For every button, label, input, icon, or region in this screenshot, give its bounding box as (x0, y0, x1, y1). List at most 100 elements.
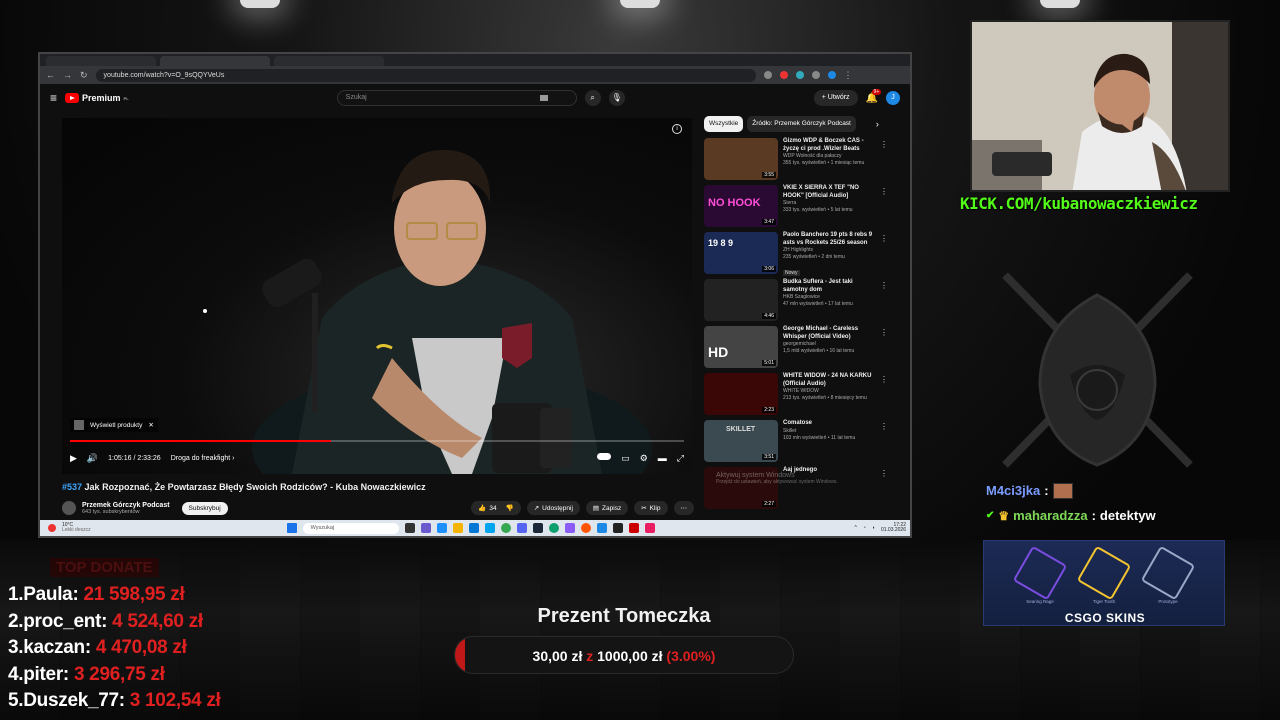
video-thumbnail[interactable]: 2:23 (704, 373, 778, 415)
related-video-item[interactable]: 2:23 WHITE WIDOW - 24 NA KARKU (Official … (704, 373, 894, 420)
app-icon[interactable] (596, 523, 607, 533)
channel-name[interactable]: Przemek Górczyk Podcast (82, 502, 170, 509)
related-channel[interactable]: ZH Highlights (783, 247, 875, 254)
app-icon[interactable] (548, 523, 559, 533)
episode-hashtag[interactable]: #537 (62, 482, 82, 492)
settings-gear-icon[interactable]: ⚙ (640, 453, 648, 464)
search-icon[interactable]: ⌕ (584, 90, 601, 106)
app-icon[interactable] (468, 523, 479, 533)
microphone-icon[interactable]: 🎙 (608, 90, 625, 106)
fullscreen-icon[interactable]: ⤢ (677, 453, 684, 464)
play-icon[interactable]: ▶ (70, 453, 77, 464)
chrome-icon[interactable] (500, 523, 511, 533)
video-player[interactable]: i Wyświetl produkty ✕ ▶ 🔊 1:05:16 / 2:33… (62, 118, 692, 474)
more-vert-icon[interactable]: ⋮ (880, 469, 888, 478)
app-icon[interactable] (644, 523, 655, 533)
app-icon[interactable] (420, 523, 431, 533)
app-icon[interactable] (612, 523, 623, 533)
profile-icon[interactable] (827, 71, 836, 79)
related-video-item[interactable]: 19 8 9 3:06 Paolo Banchero 19 pts 8 rebs 9… (704, 232, 894, 279)
folder-icon[interactable] (452, 523, 463, 533)
forward-icon[interactable]: → (63, 70, 72, 80)
related-channel[interactable]: HKB Szaglowice (783, 294, 875, 301)
video-thumbnail[interactable]: 19 8 9 3:06 (704, 232, 778, 274)
subscribe-button[interactable]: Subskrybuj (181, 501, 228, 515)
url-field[interactable]: youtube.com/watch?v=O_9sQQYVeUs (95, 68, 756, 82)
chip-all[interactable]: Wszystkie (704, 116, 744, 132)
related-channel[interactable]: WDP Wolność dla pałaczy (783, 153, 875, 160)
keyboard-icon[interactable] (539, 95, 548, 101)
channel-avatar[interactable] (62, 501, 76, 515)
related-video-item[interactable]: HD 5:01 George Michael - Careless Whisper … (704, 326, 894, 373)
task-view-icon[interactable] (404, 523, 415, 533)
more-vert-icon[interactable]: ⋮ (880, 234, 888, 243)
video-thumbnail[interactable]: NO HOOK 3:47 (704, 185, 778, 227)
speaker-icon[interactable]: ◖ (872, 525, 875, 531)
theater-mode-icon[interactable]: ▬ (658, 453, 667, 464)
windows-start-icon[interactable] (286, 523, 297, 533)
related-channel[interactable]: Sierra (783, 200, 875, 207)
related-video-item[interactable]: 3:55 Gizmo WDP & Boczek CAS - życzę ci pr… (704, 138, 894, 185)
like-button[interactable]: 👍 34 👎 (471, 501, 521, 515)
app-icon[interactable] (436, 523, 447, 533)
back-icon[interactable]: ← (46, 70, 55, 80)
related-title[interactable]: Paolo Banchero 19 pts 8 rebs 9 asts vs R… (783, 232, 875, 247)
clip-button[interactable]: ✂ Klip (634, 501, 668, 515)
bell-icon[interactable]: 🔔 9+ (866, 88, 882, 104)
more-vert-icon[interactable]: ⋮ (880, 187, 888, 196)
taskbar-search[interactable]: Wyszukaj (302, 522, 399, 534)
app-icon[interactable] (580, 523, 591, 533)
more-button[interactable]: ⋯ (673, 501, 694, 515)
related-channel[interactable]: georgemichael (783, 341, 875, 348)
clock[interactable]: 17:22 01.03.2026 (881, 522, 906, 534)
video-thumbnail[interactable]: SKILLET 3:51 (704, 420, 778, 462)
app-icon[interactable] (628, 523, 639, 533)
more-vert-icon[interactable]: ⋮ (880, 375, 888, 384)
weather-widget[interactable]: 10°C Lekki deszcz (62, 522, 91, 534)
related-title[interactable]: Comatose (783, 420, 875, 428)
products-card[interactable]: Wyświetl produkty ✕ (70, 418, 158, 432)
autoplay-toggle[interactable] (597, 452, 612, 460)
chat-username[interactable]: M4ci3jka (986, 483, 1040, 498)
search-input[interactable]: Szukaj (336, 90, 577, 106)
chip-source[interactable]: Źródło: Przemek Górczyk Podcast (747, 116, 856, 132)
related-title[interactable]: Budka Suflera - Jest taki samotny dom (783, 279, 875, 294)
more-vert-icon[interactable]: ⋮ (880, 328, 888, 337)
extension-icon[interactable] (795, 71, 804, 79)
close-icon[interactable]: ✕ (148, 421, 153, 429)
wifi-icon[interactable]: ◔ (863, 525, 866, 531)
related-video-item[interactable]: 4:46 Budka Suflera - Jest taki samotny do… (704, 279, 894, 326)
steam-icon[interactable] (532, 523, 543, 533)
reload-icon[interactable]: ↻ (80, 70, 88, 81)
menu-icon[interactable]: ≡ (50, 91, 57, 105)
subtitles-icon[interactable]: ▭ (621, 453, 630, 464)
related-video-item[interactable]: NO HOOK 3:47 VKIE X SIERRA X TEF "NO HOOK"… (704, 185, 894, 232)
browser-tab[interactable] (46, 56, 156, 66)
related-title[interactable]: VKIE X SIERRA X TEF "NO HOOK" [Official … (783, 185, 875, 200)
related-title[interactable]: Gizmo WDP & Boczek CAS - życzę ci prod .… (783, 138, 875, 153)
save-button[interactable]: ▤ Zapisz (585, 501, 629, 515)
app-icon[interactable] (564, 523, 575, 533)
video-thumbnail[interactable]: 3:55 (704, 138, 778, 180)
extension-icon[interactable] (763, 71, 772, 79)
browser-tab[interactable] (274, 56, 384, 66)
chevron-right-icon[interactable]: › (876, 116, 879, 132)
youtube-logo[interactable]: Premium PL (65, 93, 129, 103)
info-icon[interactable]: i (672, 124, 682, 134)
related-title[interactable]: George Michael - Careless Whisper (Offic… (783, 326, 875, 341)
related-channel[interactable]: Skillet (783, 428, 875, 435)
chevron-up-icon[interactable]: ^ (855, 525, 857, 531)
related-title[interactable]: WHITE WIDOW - 24 NA KARKU (Official Audi… (783, 373, 875, 388)
share-button[interactable]: ↗ Udostępnij (526, 501, 580, 515)
chapter-button[interactable]: Droga do freakfight › (171, 455, 235, 462)
avatar[interactable]: J (886, 91, 900, 105)
discord-icon[interactable] (516, 523, 527, 533)
video-thumbnail[interactable]: 4:46 (704, 279, 778, 321)
extension-icon[interactable] (779, 71, 788, 79)
more-vert-icon[interactable]: ⋮ (880, 422, 888, 431)
app-icon[interactable] (484, 523, 495, 533)
more-vert-icon[interactable]: ⋮ (880, 281, 888, 290)
related-channel[interactable]: WHITE WIDOW (783, 388, 875, 395)
video-thumbnail[interactable]: HD 5:01 (704, 326, 778, 368)
more-vert-icon[interactable]: ⋮ (880, 140, 888, 149)
